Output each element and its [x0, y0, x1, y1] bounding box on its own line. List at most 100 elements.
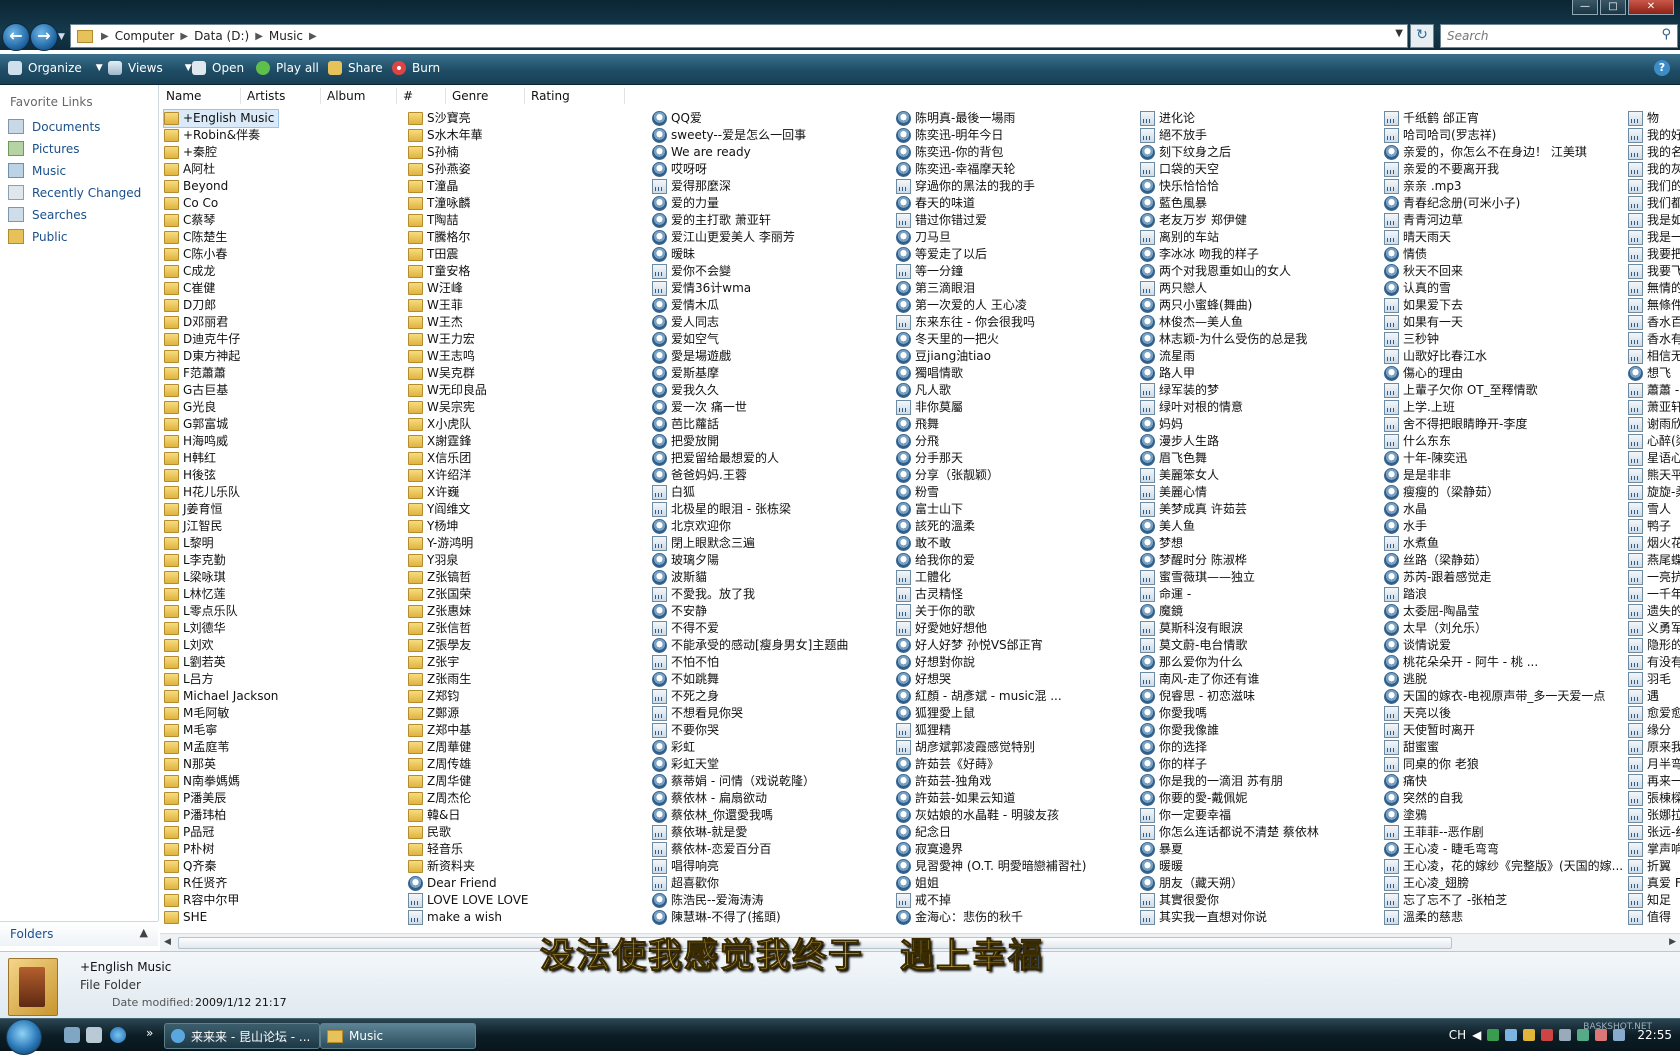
folder-item[interactable]: T騰格尔 [408, 229, 528, 246]
file-item[interactable]: 快乐恰恰恰 [1140, 178, 1319, 195]
file-item[interactable]: 藍色風暴 [1140, 195, 1319, 212]
file-item[interactable]: 紅顏 - 胡彥斌 - music混 ... [896, 688, 1087, 705]
file-item[interactable]: 山歌好比春江水 [1384, 348, 1623, 365]
play-all-button[interactable]: Play all [256, 61, 319, 75]
file-item[interactable]: 给我你的爱 [896, 552, 1087, 569]
file-item[interactable]: 不愛我。放了我 [652, 586, 848, 603]
folder-item[interactable]: W王杰 [408, 314, 528, 331]
folder-item[interactable]: R容中尔甲 [164, 892, 278, 909]
file-item[interactable]: 张娜拉 [1628, 807, 1680, 824]
file-item[interactable]: 陈浩民--爱海涛涛 [652, 892, 848, 909]
file-item[interactable]: 同桌的你 老狼 [1384, 756, 1623, 773]
file-item[interactable]: 我的名 [1628, 144, 1680, 161]
file-item[interactable]: 不安静 [652, 603, 848, 620]
file-item[interactable]: 香水有 [1628, 331, 1680, 348]
back-button[interactable]: ← [2, 23, 30, 51]
file-item[interactable]: 原来我 [1628, 739, 1680, 756]
chevron-right-icon[interactable]: ▶ [255, 31, 263, 42]
folder-item[interactable]: 韓&日 [408, 807, 528, 824]
file-item[interactable]: 工體化 [896, 569, 1087, 586]
file-item[interactable]: 值得 [1628, 909, 1680, 926]
file-item[interactable]: 燕尾蝶 [1628, 552, 1680, 569]
file-item[interactable]: 美人鱼 [1140, 518, 1319, 535]
folder-item[interactable]: 民歌 [408, 824, 528, 841]
taskbar-task-music[interactable]: Music [320, 1023, 476, 1049]
file-item[interactable]: 好想對你說 [896, 654, 1087, 671]
folder-item[interactable]: SHE [164, 909, 278, 926]
file-item[interactable]: 想飞 [1628, 365, 1680, 382]
file-item[interactable]: 路人甲 [1140, 365, 1319, 382]
file-item[interactable]: 我的好 [1628, 127, 1680, 144]
file-item[interactable]: 陈奕迅-幸福摩天轮 [896, 161, 1087, 178]
folder-item[interactable]: S孙燕姿 [408, 161, 528, 178]
file-item[interactable]: 你愛我像誰 [1140, 722, 1319, 739]
file-item[interactable]: 你愛我嗎 [1140, 705, 1319, 722]
folder-item[interactable]: C陈楚生 [164, 229, 278, 246]
address-bar[interactable]: ▶ Computer ▶ Data (D:) ▶ Music ▶ ▼ [70, 24, 1408, 48]
file-item[interactable]: 你是我的一滴泪 苏有朋 [1140, 773, 1319, 790]
file-item[interactable]: 苏芮-跟着感觉走 [1384, 569, 1623, 586]
qq-icon[interactable] [1523, 1029, 1536, 1041]
share-button[interactable]: Share [328, 61, 383, 75]
file-item[interactable]: 亲爱的不要离开我 [1384, 161, 1623, 178]
file-item[interactable]: 蕭蕭 - [1628, 382, 1680, 399]
file-item[interactable]: 千纸鹤 邰正宵 [1384, 110, 1623, 127]
folder-item[interactable]: D迪克牛仔 [164, 331, 278, 348]
internet-explorer-icon[interactable] [110, 1027, 126, 1043]
file-item[interactable]: 真爱 F [1628, 875, 1680, 892]
file-item[interactable]: 許茹芸-如果云知道 [896, 790, 1087, 807]
file-item[interactable]: 眉飞色舞 [1140, 450, 1319, 467]
file-item[interactable]: 春天的味道 [896, 195, 1087, 212]
file-item[interactable]: 姐姐 [896, 875, 1087, 892]
file-item[interactable]: 你的样子 [1140, 756, 1319, 773]
network-icon[interactable] [1487, 1029, 1500, 1041]
file-item[interactable]: 妈妈 [1140, 416, 1319, 433]
file-item[interactable]: 你一定要幸福 [1140, 807, 1319, 824]
folder-item[interactable]: Z张雨生 [408, 671, 528, 688]
file-item[interactable]: 两只小蜜蜂(舞曲) [1140, 297, 1319, 314]
file-item[interactable]: 错过你错过爱 [896, 212, 1087, 229]
file-item[interactable]: 許茹芸-独角戏 [896, 773, 1087, 790]
file-item[interactable]: 美梦成真 许茹芸 [1140, 501, 1319, 518]
file-item[interactable]: 不怕不怕 [652, 654, 848, 671]
file-item[interactable]: 逃脱 [1384, 671, 1623, 688]
folder-item[interactable]: N那英 [164, 756, 278, 773]
file-item[interactable]: 該死的溫柔 [896, 518, 1087, 535]
file-item[interactable]: 莫斯科沒有眼淚 [1140, 620, 1319, 637]
file-item[interactable]: 瘦瘦的（梁静茹） [1384, 484, 1623, 501]
file-item[interactable]: 刻下纹身之后 [1140, 144, 1319, 161]
file-item[interactable]: 絕不放手 [1140, 127, 1319, 144]
file-item[interactable]: 鸭子 [1628, 518, 1680, 535]
folder-item[interactable]: Z周传雄 [408, 756, 528, 773]
folder-item[interactable]: J江智民 [164, 518, 278, 535]
column-artists[interactable]: Artists [240, 88, 313, 104]
recent-pages-icon[interactable]: ▼ [58, 32, 65, 42]
search-icon[interactable]: ⚲ [1661, 27, 1671, 42]
folder-item[interactable]: Z周杰伦 [408, 790, 528, 807]
file-item[interactable]: 狐狸愛上鼠 [896, 705, 1087, 722]
volume-icon[interactable] [1505, 1029, 1518, 1041]
file-item[interactable]: 把愛放開 [652, 433, 848, 450]
file-item[interactable]: 爱情木瓜 [652, 297, 848, 314]
file-item[interactable]: 傷心的理由 [1384, 365, 1623, 382]
folder-item[interactable]: Z郑钧 [408, 688, 528, 705]
folder-item[interactable]: Z张镐哲 [408, 569, 528, 586]
file-item[interactable]: 水晶 [1384, 501, 1623, 518]
file-item[interactable]: 羽毛 [1628, 671, 1680, 688]
file-item[interactable]: 青青河边草 [1384, 212, 1623, 229]
folder-item[interactable]: Z张惠妹 [408, 603, 528, 620]
file-item[interactable]: 梦想 [1140, 535, 1319, 552]
close-button[interactable]: ✕ [1628, 0, 1674, 15]
file-item[interactable]: 我们都 [1628, 195, 1680, 212]
folder-item[interactable]: +Robin&伴奏 [164, 127, 278, 144]
file-item[interactable]: 老友万岁 郑伊健 [1140, 212, 1319, 229]
folder-item[interactable]: L刘德华 [164, 620, 278, 637]
file-item[interactable]: 甜蜜蜜 [1384, 739, 1623, 756]
file-item[interactable]: 认真的雪 [1384, 280, 1623, 297]
folder-item[interactable]: C崔健 [164, 280, 278, 297]
file-item[interactable]: 狐狸精 [896, 722, 1087, 739]
file-item[interactable]: 金海心：悲伤的秋千 [896, 909, 1087, 926]
file-item[interactable]: 好想哭 [896, 671, 1087, 688]
file-item[interactable]: 敢不敢 [896, 535, 1087, 552]
file-item[interactable]: 萧亚轩 [1628, 399, 1680, 416]
